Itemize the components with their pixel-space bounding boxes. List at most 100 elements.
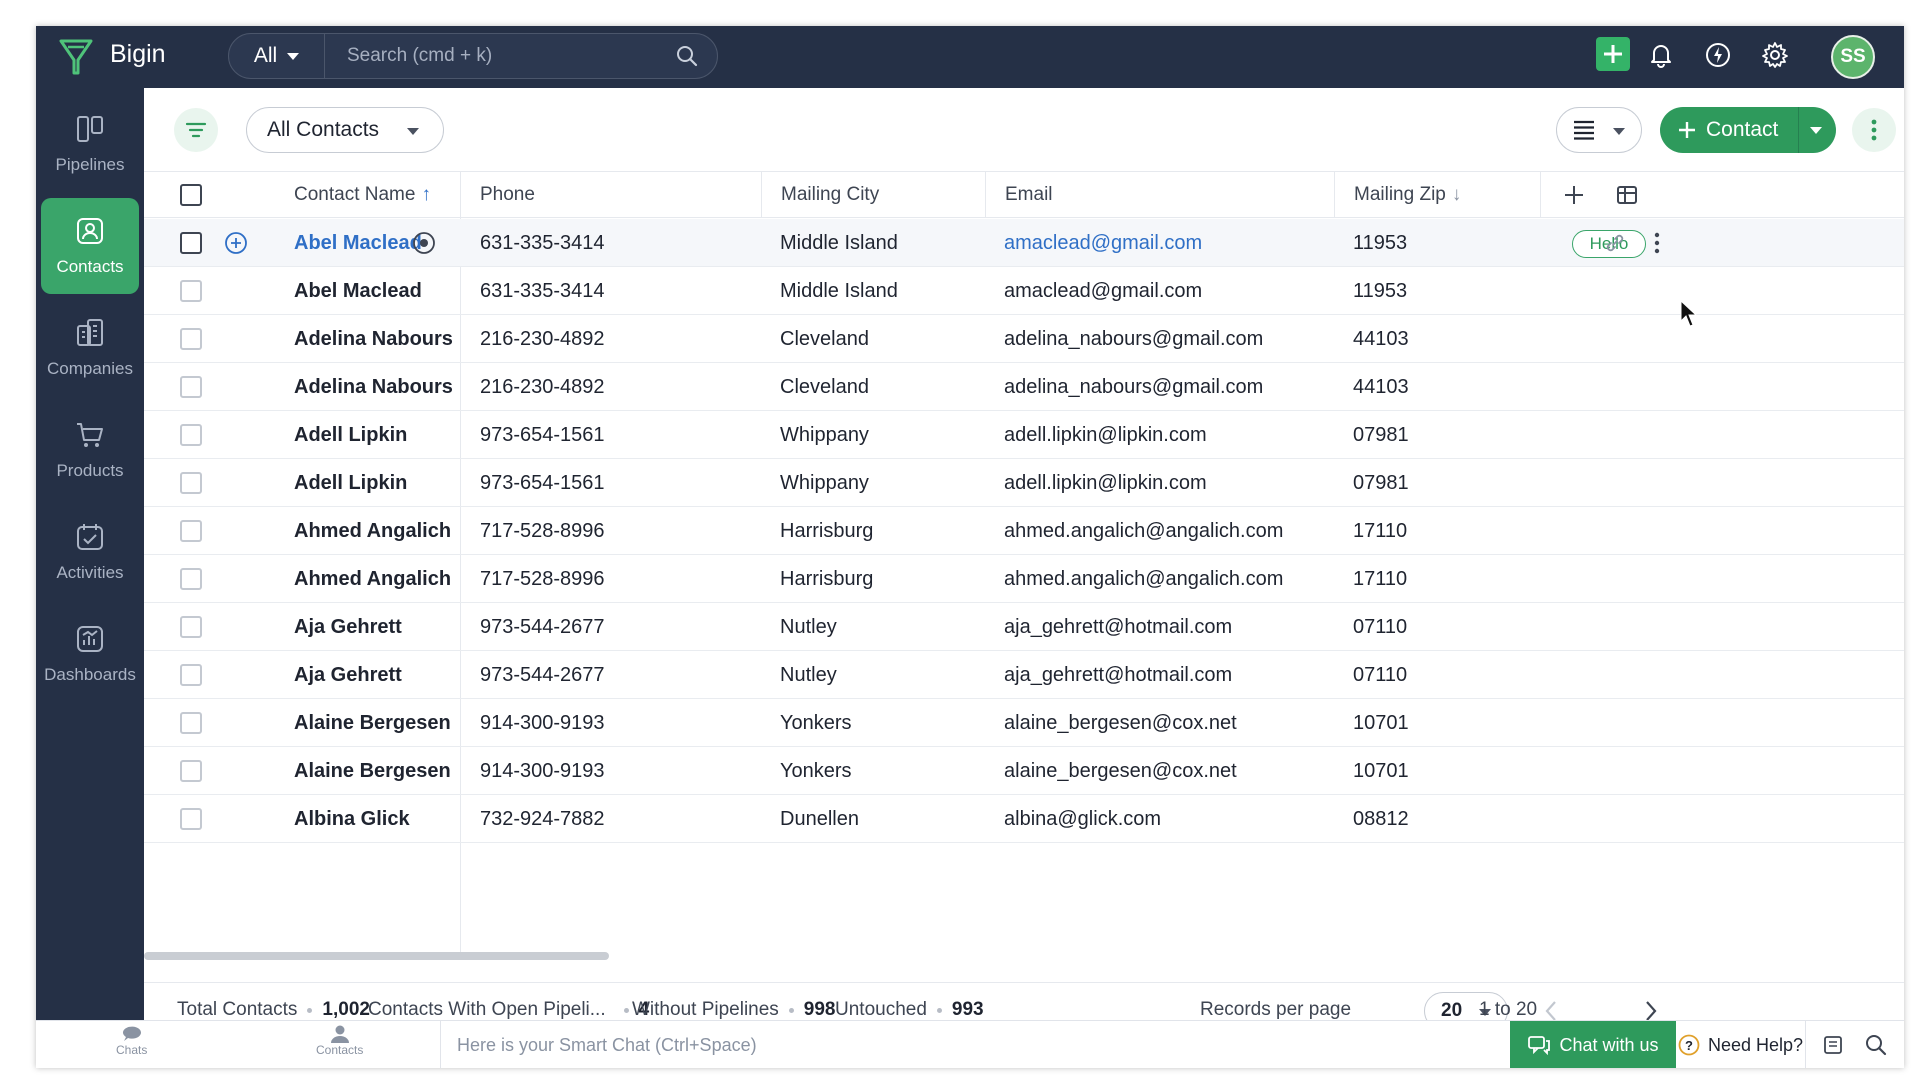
row-checkbox[interactable] — [180, 699, 202, 747]
contact-name-link[interactable]: Abel Maclead — [294, 219, 422, 267]
notes-icon[interactable] — [1822, 1034, 1844, 1056]
contacts-tab[interactable]: Contacts — [316, 1025, 363, 1057]
quick-create-button[interactable] — [1596, 37, 1630, 71]
row-checkbox[interactable] — [180, 315, 202, 363]
need-help-button[interactable]: ? Need Help? — [1676, 1021, 1806, 1068]
zip-cell: 10701 — [1353, 759, 1409, 782]
stat-without-pipelines[interactable]: Without Pipelines 998 — [632, 999, 836, 1021]
column-header-contact-name[interactable]: Contact Name ↑ — [294, 172, 431, 218]
table-row[interactable]: Adelina Nabours 216-230-4892 Cleveland adel… — [144, 363, 1904, 411]
email-cell: adelina_nabours@gmail.com — [1004, 327, 1264, 350]
contacts-icon — [77, 218, 103, 244]
view-selector[interactable]: All Contacts — [246, 107, 444, 153]
contact-name-link[interactable]: Alaine Bergesen — [294, 747, 451, 795]
row-checkbox[interactable] — [180, 363, 202, 411]
sidebar-item-dashboards[interactable]: Dashboards — [41, 606, 139, 702]
row-checkbox[interactable] — [180, 651, 202, 699]
table-row[interactable]: Aja Gehrett 973-544-2677 Nutley aja_gehrett… — [144, 603, 1904, 651]
search-scope-select[interactable]: All — [229, 34, 325, 78]
table-row[interactable]: Alaine Bergesen 914-300-9193 Yonkers alaine… — [144, 699, 1904, 747]
row-checkbox[interactable] — [180, 219, 202, 267]
user-avatar[interactable]: SS — [1831, 35, 1875, 79]
column-settings-icon[interactable] — [1616, 184, 1638, 206]
smart-chat-input[interactable]: Here is your Smart Chat (Ctrl+Space) — [440, 1021, 1510, 1068]
column-header-email[interactable]: Email — [1005, 172, 1053, 218]
stat-untouched[interactable]: Untouched 993 — [835, 999, 984, 1021]
bigin-logo-icon[interactable] — [56, 35, 96, 79]
city-cell: Harrisburg — [780, 567, 874, 590]
row-checkbox[interactable] — [180, 795, 202, 843]
column-header-mailing-city[interactable]: Mailing City — [781, 172, 879, 218]
email-cell: aja_gehrett@hotmail.com — [1004, 663, 1233, 686]
contact-name-link[interactable]: Adelina Nabours — [294, 315, 453, 363]
table-row[interactable]: Alaine Bergesen 914-300-9193 Yonkers alaine… — [144, 747, 1904, 795]
automation-icon[interactable] — [1703, 40, 1733, 70]
search-icon[interactable] — [1864, 1033, 1888, 1057]
row-checkbox[interactable] — [180, 459, 202, 507]
row-checkbox[interactable] — [180, 507, 202, 555]
table-row[interactable]: Adelina Nabours 216-230-4892 Cleveland adel… — [144, 315, 1904, 363]
table-row[interactable]: Albina Glick 732-924-7882 Dunellen albina@g… — [144, 795, 1904, 843]
chevron-down-icon[interactable] — [1810, 127, 1822, 134]
gear-icon[interactable] — [1760, 40, 1790, 70]
zip-cell: 44103 — [1353, 327, 1409, 350]
add-column-icon[interactable] — [1564, 185, 1584, 205]
add-contact-button[interactable]: Contact — [1660, 107, 1836, 153]
contact-name-link[interactable]: Alaine Bergesen — [294, 699, 451, 747]
column-header-mailing-zip[interactable]: Mailing Zip ↓ — [1354, 172, 1461, 218]
chat-with-us-button[interactable]: Chat with us — [1510, 1021, 1676, 1068]
chevron-right-icon[interactable] — [1644, 1000, 1658, 1022]
row-checkbox[interactable] — [180, 747, 202, 795]
sidebar-item-companies[interactable]: Companies — [41, 300, 139, 396]
contact-name-link[interactable]: Albina Glick — [294, 795, 410, 843]
table-row[interactable]: Abel Maclead 631-335-3414 Middle Island ama… — [144, 219, 1904, 267]
mouse-cursor-icon — [1680, 300, 1698, 327]
chats-tab[interactable]: Chats — [116, 1025, 147, 1057]
bell-icon[interactable] — [1646, 40, 1676, 70]
table-row[interactable]: Abel Maclead 631-335-3414 Middle Island ama… — [144, 267, 1904, 315]
stat-open-pipelines[interactable]: Contacts With Open Pipeli... 4 — [368, 999, 649, 1021]
contact-name-link[interactable]: Ahmed Angalich — [294, 507, 451, 555]
contact-name-link[interactable]: Adelina Nabours — [294, 363, 453, 411]
sidebar-item-contacts[interactable]: Contacts — [41, 198, 139, 294]
add-activity-icon[interactable] — [224, 219, 248, 267]
link-icon[interactable] — [1604, 219, 1626, 267]
table-row[interactable]: Ahmed Angalich 717-528-8996 Harrisburg ahme… — [144, 507, 1904, 555]
phone-cell: 973-544-2677 — [480, 663, 605, 686]
sidebar-item-label: Contacts — [56, 257, 124, 276]
filter-icon — [185, 122, 207, 138]
filter-button[interactable] — [174, 108, 218, 152]
email-cell[interactable]: amaclead@gmail.com — [1004, 219, 1202, 267]
global-search[interactable]: All Search (cmd + k) — [228, 33, 718, 79]
row-checkbox[interactable] — [180, 267, 202, 315]
more-options-button[interactable] — [1852, 108, 1896, 152]
row-checkbox[interactable] — [180, 411, 202, 459]
contact-name-link[interactable]: Aja Gehrett — [294, 651, 402, 699]
chevron-left-icon[interactable] — [1544, 1000, 1558, 1022]
table-row[interactable]: Adell Lipkin 973-654-1561 Whippany adell.li… — [144, 411, 1904, 459]
contact-name-link[interactable]: Abel Maclead — [294, 267, 422, 315]
plus-icon — [1679, 122, 1695, 138]
select-all-checkbox[interactable] — [180, 172, 202, 218]
column-header-phone[interactable]: Phone — [480, 172, 535, 218]
sidebar-item-pipelines[interactable]: Pipelines — [41, 96, 139, 192]
preview-icon[interactable] — [412, 219, 436, 267]
contact-name-link[interactable]: Adell Lipkin — [294, 411, 407, 459]
bottom-bar: Chats Contacts Here is your Smart Chat (… — [36, 1020, 1904, 1068]
row-checkbox[interactable] — [180, 603, 202, 651]
sidebar-item-products[interactable]: Products — [41, 402, 139, 498]
search-icon[interactable] — [675, 44, 699, 68]
contact-name-link[interactable]: Aja Gehrett — [294, 603, 402, 651]
sidebar-item-label: Pipelines — [55, 155, 125, 174]
sidebar-item-activities[interactable]: Activities — [41, 504, 139, 600]
table-row[interactable]: Adell Lipkin 973-654-1561 Whippany adell.li… — [144, 459, 1904, 507]
contact-name-link[interactable]: Adell Lipkin — [294, 459, 407, 507]
list-view-toggle[interactable] — [1556, 107, 1642, 153]
row-checkbox[interactable] — [180, 555, 202, 603]
table-row[interactable]: Ahmed Angalich 717-528-8996 Harrisburg ahme… — [144, 555, 1904, 603]
table-row[interactable]: Aja Gehrett 973-544-2677 Nutley aja_gehrett… — [144, 651, 1904, 699]
row-kebab-icon[interactable] — [1654, 219, 1660, 267]
horizontal-scrollbar[interactable] — [144, 952, 609, 960]
search-input[interactable]: Search (cmd + k) — [347, 45, 492, 67]
contact-name-link[interactable]: Ahmed Angalich — [294, 555, 451, 603]
